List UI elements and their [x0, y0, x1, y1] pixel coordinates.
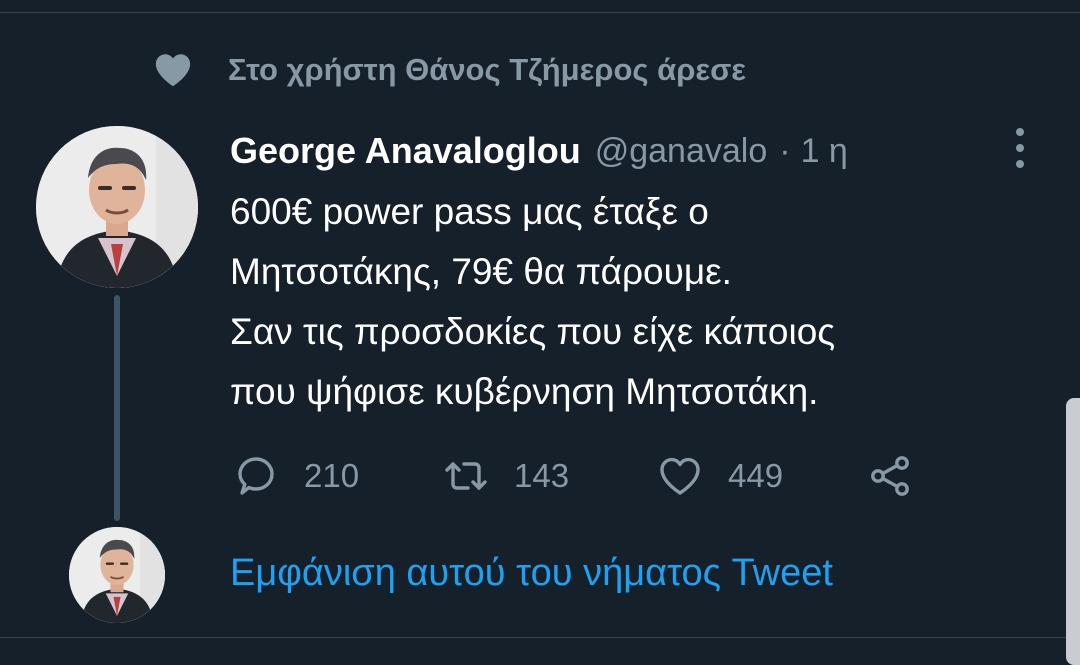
tweet-text-line: που ψήφισε κυβέρνηση Μητσοτάκη.	[230, 371, 819, 412]
tweet-text-line: Μητσοτάκης, 79€ θα πάρουμε.	[230, 251, 732, 292]
retweet-button[interactable]: 143	[442, 450, 569, 502]
bottom-divider	[0, 637, 1080, 638]
more-dot-icon	[1016, 128, 1024, 136]
like-heart-icon	[660, 457, 700, 495]
separator-dot: ·	[779, 131, 791, 170]
more-options-button[interactable]	[1008, 126, 1032, 170]
thread-line	[114, 295, 120, 521]
tweet-text-line: Σαν τις προσδοκίες που είχε κάποιος	[230, 311, 836, 352]
reply-icon	[238, 457, 274, 495]
top-divider	[0, 12, 1080, 13]
tweet-header: George Anavaloglou @ganavalo · 1 η	[230, 128, 848, 174]
show-thread-link[interactable]: Εμφάνιση αυτού του νήματος Tweet	[230, 552, 833, 595]
author-avatar[interactable]	[36, 126, 198, 288]
thread-avatar[interactable]	[69, 527, 165, 623]
author-name[interactable]: George Anavaloglou	[230, 130, 581, 172]
reply-count: 210	[304, 457, 360, 494]
like-count: 449	[728, 457, 784, 494]
tweet-text: 600€ power pass μας έταξε ο Μητσοτάκης, …	[230, 182, 1030, 422]
share-button[interactable]	[866, 450, 914, 502]
more-dot-icon	[1016, 160, 1024, 168]
share-icon	[871, 456, 909, 496]
social-context: Στο χρήστη Θάνος Τζήμερος άρεσε	[152, 48, 746, 92]
author-handle[interactable]: @ganavalo	[595, 132, 768, 171]
heart-icon	[155, 54, 191, 87]
retweet-count: 143	[514, 457, 570, 494]
tweet-text-line: 600€ power pass μας έταξε ο	[230, 191, 709, 232]
like-button[interactable]: 449	[656, 450, 783, 502]
social-context-text: Στο χρήστη Θάνος Τζήμερος άρεσε	[228, 52, 747, 87]
reply-button[interactable]: 210	[232, 450, 359, 502]
scrollbar-thumb[interactable]	[1066, 398, 1080, 665]
retweet-icon	[445, 462, 487, 490]
more-dot-icon	[1016, 144, 1024, 152]
tweet-timestamp[interactable]: 1 η	[801, 132, 848, 171]
